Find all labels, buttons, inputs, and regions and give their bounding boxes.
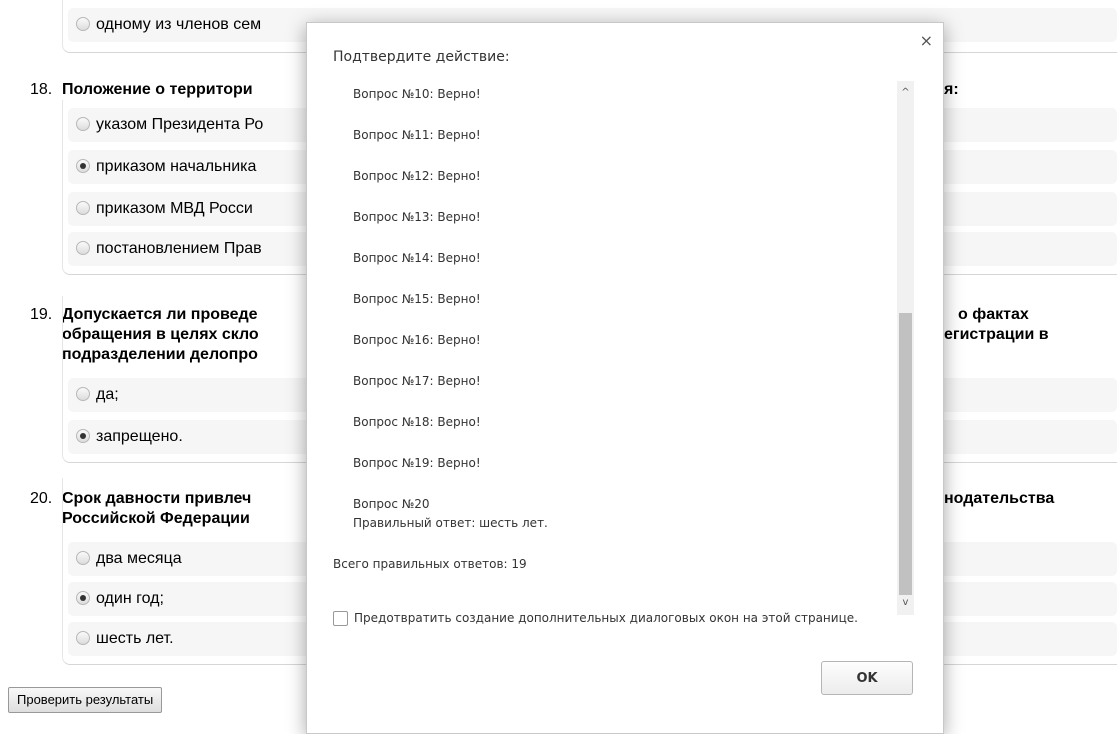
result-line: Вопрос №15: Верно! — [353, 292, 481, 306]
result-line: Вопрос №20 — [353, 497, 430, 511]
result-line: Вопрос №19: Верно! — [353, 456, 481, 470]
scroll-thumb[interactable] — [899, 313, 912, 595]
q19-number: 19. — [30, 306, 53, 323]
scroll-down-icon[interactable]: v — [897, 595, 914, 611]
total-correct: Всего правильных ответов: 19 — [333, 557, 527, 571]
result-line: Вопрос №18: Верно! — [353, 415, 481, 429]
close-icon[interactable]: × — [920, 31, 933, 50]
q18-title-right: я: — [944, 81, 959, 98]
dialog-message: Вопрос №10: Верно! Вопрос №11: Верно! Во… — [333, 79, 919, 613]
checkbox-icon[interactable] — [333, 611, 348, 626]
scroll-up-icon[interactable]: ^ — [897, 85, 914, 101]
result-line: Вопрос №17: Верно! — [353, 374, 481, 388]
q18-number: 18. — [30, 81, 53, 98]
result-line: Вопрос №16: Верно! — [353, 333, 481, 347]
ok-button[interactable]: OK — [821, 661, 913, 695]
prevent-dialogs-label: Предотвратить создание дополнительных ди… — [354, 611, 858, 625]
dialog-scrollbar[interactable]: ^ v — [897, 81, 914, 615]
q18-title-left: Положение о территори — [62, 81, 253, 98]
dialog-title: Подтвердите действие: — [333, 49, 510, 65]
q20-number: 20. — [30, 490, 53, 507]
confirm-dialog: × Подтвердите действие: Вопрос №10: Верн… — [306, 22, 944, 734]
result-line: Вопрос №14: Верно! — [353, 251, 481, 265]
result-line: Вопрос №13: Верно! — [353, 210, 481, 224]
result-line: Вопрос №10: Верно! — [353, 87, 481, 101]
result-line: Вопрос №12: Верно! — [353, 169, 481, 183]
prevent-dialogs-checkbox[interactable]: Предотвратить создание дополнительных ди… — [333, 611, 858, 626]
correct-answer-line: Правильный ответ: шесть лет. — [353, 516, 548, 530]
check-results-button[interactable]: Проверить результаты — [8, 687, 163, 713]
result-line: Вопрос №11: Верно! — [353, 128, 481, 142]
